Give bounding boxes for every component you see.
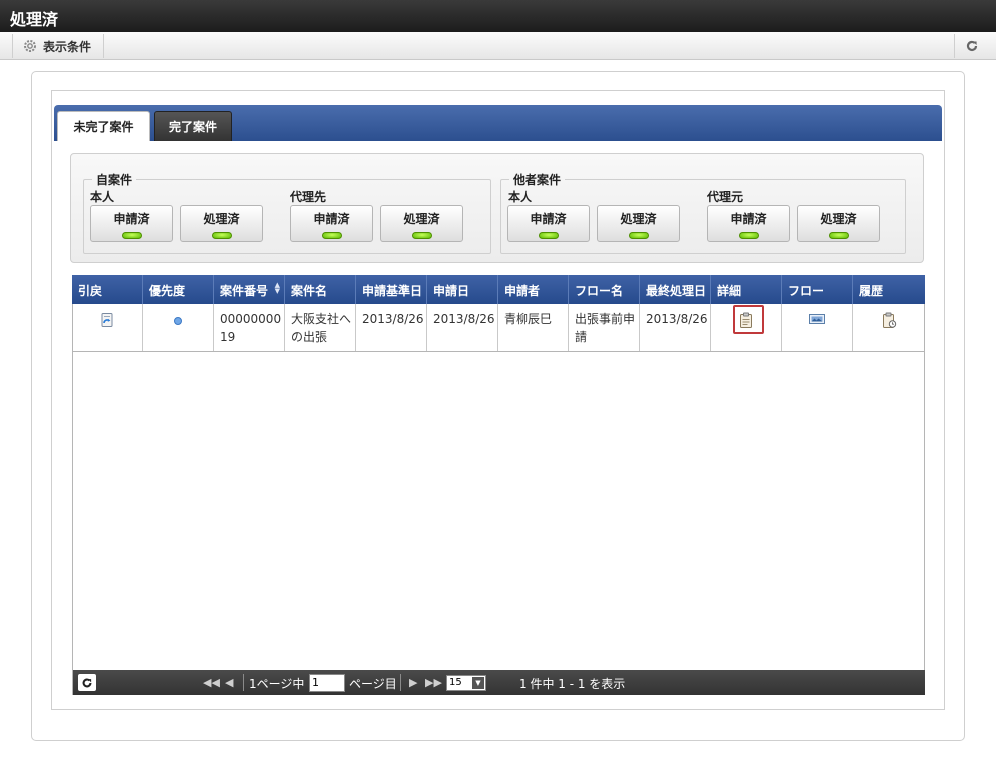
pager-divider (243, 674, 244, 691)
others-self-applied-button[interactable]: 申請済 (507, 205, 590, 242)
status-led-icon (121, 232, 142, 239)
col-history[interactable]: 履歴 (853, 275, 925, 304)
prev-page-icon[interactable]: ◀ (225, 676, 233, 689)
last-processed-cell: 2013/8/26 (640, 304, 711, 351)
tab-bar: 未完了案件 完了案件 (54, 105, 942, 141)
history-cell[interactable] (853, 304, 925, 351)
own-proxy-applied-button[interactable]: 申請済 (290, 205, 373, 242)
status-led-icon (411, 232, 432, 239)
col-matter-number-label: 案件番号 (220, 284, 269, 298)
status-led-icon (738, 232, 759, 239)
col-last-processed[interactable]: 最終処理日 (640, 275, 711, 304)
refresh-icon (966, 40, 977, 52)
status-led-icon (828, 232, 849, 239)
apply-date-cell: 2013/8/26 (427, 304, 498, 351)
applicant-cell: 青柳辰巳 (498, 304, 569, 351)
refresh-icon (82, 678, 92, 687)
own-self-processed-button[interactable]: 処理済 (180, 205, 263, 242)
flow-diagram-icon[interactable] (808, 312, 826, 326)
sort-icon: ▲ ▼ (274, 281, 280, 295)
others-self-processed-label: 処理済 (620, 212, 657, 226)
own-matters-legend: 自案件 (96, 173, 133, 187)
others-matters-legend: 他者案件 (513, 173, 562, 187)
own-proxy-processed-button[interactable]: 処理済 (380, 205, 463, 242)
page-size-select[interactable]: 15 ▼ (446, 675, 486, 691)
priority-cell (143, 304, 214, 351)
window-title: 処理済 (0, 0, 996, 32)
others-self-processed-button[interactable]: 処理済 (597, 205, 680, 242)
matter-number-cell: 0000000019 (214, 304, 285, 351)
status-led-icon (538, 232, 559, 239)
display-conditions-label: 表示条件 (43, 39, 92, 54)
gear-icon (24, 40, 36, 52)
col-priority[interactable]: 優先度 (143, 275, 214, 304)
flow-name-cell: 出張事前申請 (569, 304, 640, 351)
others-proxy-applied-label: 申請済 (730, 212, 767, 226)
others-self-applied-label: 申請済 (530, 212, 567, 226)
page-number-input[interactable]: 1 (309, 674, 345, 692)
detail-highlight-box (733, 305, 764, 334)
table-header: 引戻 優先度 案件番号 ▲ ▼ 案件名 申請基準日 申請日 申請者 フロー名 最終… (72, 275, 925, 304)
display-conditions-button[interactable]: 表示条件 (12, 34, 105, 58)
priority-normal-icon (174, 317, 182, 325)
status-led-icon (321, 232, 342, 239)
col-detail[interactable]: 詳細 (711, 275, 782, 304)
own-self-applied-button[interactable]: 申請済 (90, 205, 173, 242)
table-row: 0000000019 大阪支社への出張 2013/8/26 2013/8/26 … (72, 304, 925, 352)
col-matter-name[interactable]: 案件名 (285, 275, 356, 304)
page-prefix-text: 1ページ中 (249, 677, 305, 691)
record-summary: 1 件中 1 - 1 を表示 (519, 677, 626, 691)
others-proxy-label: 代理元 (707, 190, 744, 204)
pullback-icon[interactable] (99, 312, 115, 328)
page-suffix-text: ページ目 (349, 677, 397, 691)
col-matter-number[interactable]: 案件番号 ▲ ▼ (214, 275, 285, 304)
others-proxy-processed-label: 処理済 (820, 212, 857, 226)
own-proxy-label: 代理先 (290, 190, 327, 204)
first-page-icon[interactable]: ◀◀ (203, 676, 220, 689)
own-self-applied-label: 申請済 (113, 212, 150, 226)
pager: ◀◀ ◀ 1ページ中 1 ページ目 ▶ ▶▶ 15 ▼ 1 件中 1 - 1 を… (73, 670, 925, 695)
own-proxy-applied-label: 申請済 (313, 212, 350, 226)
pullback-cell[interactable] (72, 304, 143, 351)
apply-base-date-cell: 2013/8/26 (356, 304, 427, 351)
pager-reload-button[interactable] (78, 674, 96, 691)
matter-name-cell: 大阪支社への出張 (285, 304, 356, 351)
own-proxy-processed-label: 処理済 (403, 212, 440, 226)
col-applicant[interactable]: 申請者 (498, 275, 569, 304)
col-flow-name[interactable]: フロー名 (569, 275, 640, 304)
col-pullback[interactable]: 引戻 (72, 275, 143, 304)
col-apply-date[interactable]: 申請日 (427, 275, 498, 304)
others-proxy-processed-button[interactable]: 処理済 (797, 205, 880, 242)
own-self-processed-label: 処理済 (203, 212, 240, 226)
last-page-icon[interactable]: ▶▶ (425, 676, 442, 689)
others-self-label: 本人 (508, 190, 533, 204)
chevron-down-icon: ▼ (472, 677, 484, 689)
col-apply-base-date[interactable]: 申請基準日 (356, 275, 427, 304)
own-self-label: 本人 (90, 190, 115, 204)
refresh-button[interactable] (954, 34, 988, 58)
status-led-icon (628, 232, 649, 239)
status-led-icon (211, 232, 232, 239)
next-page-icon[interactable]: ▶ (409, 676, 417, 689)
toolbar: 表示条件 (0, 32, 996, 60)
others-proxy-applied-button[interactable]: 申請済 (707, 205, 790, 242)
page-size-value: 15 (449, 677, 462, 688)
flow-cell[interactable] (782, 304, 853, 351)
pager-divider (400, 674, 401, 691)
history-clipboard-icon[interactable] (881, 312, 897, 329)
col-flow[interactable]: フロー (782, 275, 853, 304)
tab-completed-matters[interactable]: 完了案件 (154, 111, 232, 141)
tab-incomplete-matters[interactable]: 未完了案件 (57, 111, 150, 141)
